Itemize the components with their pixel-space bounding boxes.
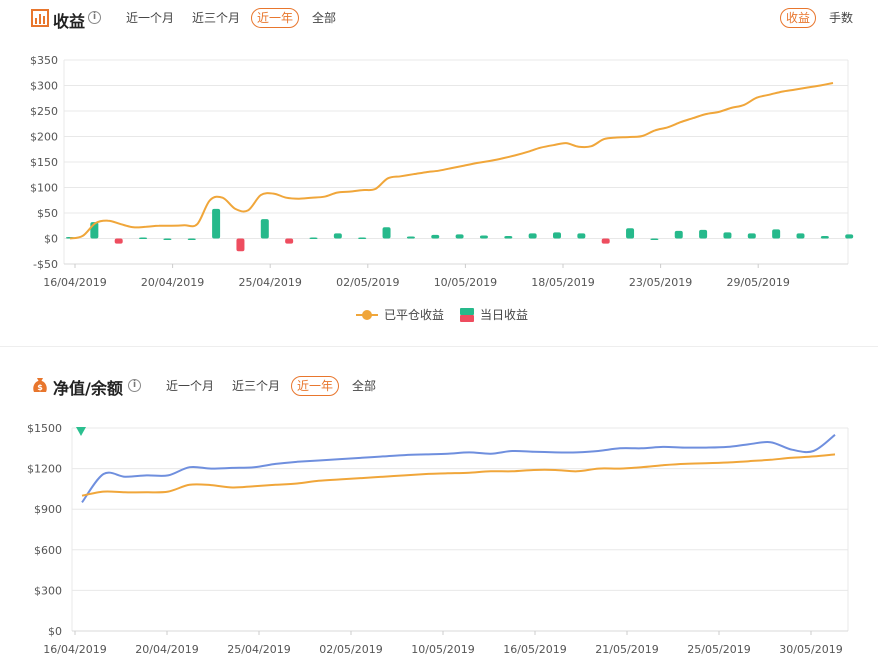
legend-bar-swatch-positive xyxy=(460,308,474,315)
legend-label[interactable]: 已平仓收益 xyxy=(384,308,444,322)
legend-label[interactable]: 当日收益 xyxy=(480,308,528,322)
balance-line xyxy=(81,453,836,497)
daily-profit-bar xyxy=(601,238,610,244)
daily-profit-bar xyxy=(845,234,854,239)
y-tick-label: $0 xyxy=(44,233,58,246)
closed-profit-line xyxy=(69,82,834,240)
daily-profit-bar xyxy=(333,233,342,239)
y-tick-label: $150 xyxy=(30,156,58,169)
daily-profit-bar xyxy=(820,235,829,239)
x-tick-label: 02/05/2019 xyxy=(336,276,399,289)
legend-line-marker xyxy=(362,310,372,320)
x-tick-label: 23/05/2019 xyxy=(629,276,692,289)
daily-profit-bar xyxy=(236,238,245,252)
x-tick-label: 25/04/2019 xyxy=(238,276,301,289)
y-tick-label: $250 xyxy=(30,105,58,118)
y-tick-label: $50 xyxy=(37,207,58,220)
daily-profit-bar xyxy=(212,208,221,239)
x-tick-label: 02/05/2019 xyxy=(319,643,382,656)
daily-profit-bar xyxy=(528,233,537,239)
equity-chart: $1500 $1200 $900 $600 $300 $0 16/04/2019 20/04/… xyxy=(27,422,849,656)
daily-profit-bar xyxy=(723,232,732,239)
y-tick-label: $350 xyxy=(30,54,58,67)
deposit-marker-icon xyxy=(76,427,86,436)
x-tick-label: 21/05/2019 xyxy=(595,643,658,656)
daily-profit-bar xyxy=(406,236,415,239)
panel-divider xyxy=(0,346,878,347)
daily-profit-bar xyxy=(626,228,635,239)
daily-profit-bar xyxy=(285,238,294,244)
x-tick-label: 30/05/2019 xyxy=(779,643,842,656)
x-tick-label: 20/04/2019 xyxy=(135,643,198,656)
y-tick-label: $1500 xyxy=(27,422,62,435)
equity-panel: $ 净值/余额 i 近一个月 近三个月 近一年 全部 $1500 $1200 $90… xyxy=(0,348,878,669)
x-tick-label: 16/04/2019 xyxy=(43,276,106,289)
y-tick-label: $300 xyxy=(30,80,58,93)
y-tick-label: $0 xyxy=(48,625,62,638)
profit-chart: $350 $300 $250 $200 $150 $100 $50 $0 -$50 16/04/2… xyxy=(30,54,854,322)
daily-profit-bar xyxy=(699,229,708,239)
x-tick-label: 29/05/2019 xyxy=(726,276,789,289)
daily-profit-bar xyxy=(139,237,148,239)
x-tick-label: 25/05/2019 xyxy=(687,643,750,656)
daily-profit-bar xyxy=(309,237,318,239)
daily-profit-bar xyxy=(114,238,123,244)
x-tick-label: 16/04/2019 xyxy=(43,643,106,656)
daily-profit-bar xyxy=(577,233,586,239)
y-tick-label: $600 xyxy=(34,544,62,557)
daily-profit-bar xyxy=(358,237,367,239)
y-tick-label: $1200 xyxy=(27,463,62,476)
x-tick-label: 20/04/2019 xyxy=(141,276,204,289)
daily-profit-bar xyxy=(650,238,659,240)
daily-profit-bar xyxy=(796,233,805,239)
x-tick-label: 25/04/2019 xyxy=(227,643,290,656)
daily-profit-bar xyxy=(747,233,756,239)
daily-profit-bar xyxy=(455,234,464,239)
x-tick-label: 18/05/2019 xyxy=(531,276,594,289)
daily-profit-bar xyxy=(163,238,172,240)
daily-profit-bar xyxy=(772,229,781,239)
y-tick-label: $900 xyxy=(34,503,62,516)
daily-profit-bar xyxy=(431,234,440,239)
y-tick-label: $300 xyxy=(34,584,62,597)
y-tick-label: $100 xyxy=(30,182,58,195)
daily-profit-bar xyxy=(479,235,488,239)
daily-profit-bar xyxy=(674,230,683,239)
daily-profit-bar xyxy=(382,227,391,239)
daily-profit-bar xyxy=(553,232,561,239)
y-tick-label: -$50 xyxy=(33,258,58,271)
daily-profit-bar xyxy=(260,219,269,239)
profit-panel: 收益 i 近一个月 近三个月 近一年 全部 收益 手数 $350 $300 $250… xyxy=(0,0,878,346)
x-tick-label: 16/05/2019 xyxy=(503,643,566,656)
x-tick-label: 10/05/2019 xyxy=(434,276,497,289)
legend-bar-swatch-negative xyxy=(460,315,474,322)
daily-profit-bar xyxy=(187,238,196,240)
y-tick-label: $200 xyxy=(30,131,58,144)
daily-profit-bar xyxy=(504,235,513,239)
x-tick-label: 10/05/2019 xyxy=(411,643,474,656)
